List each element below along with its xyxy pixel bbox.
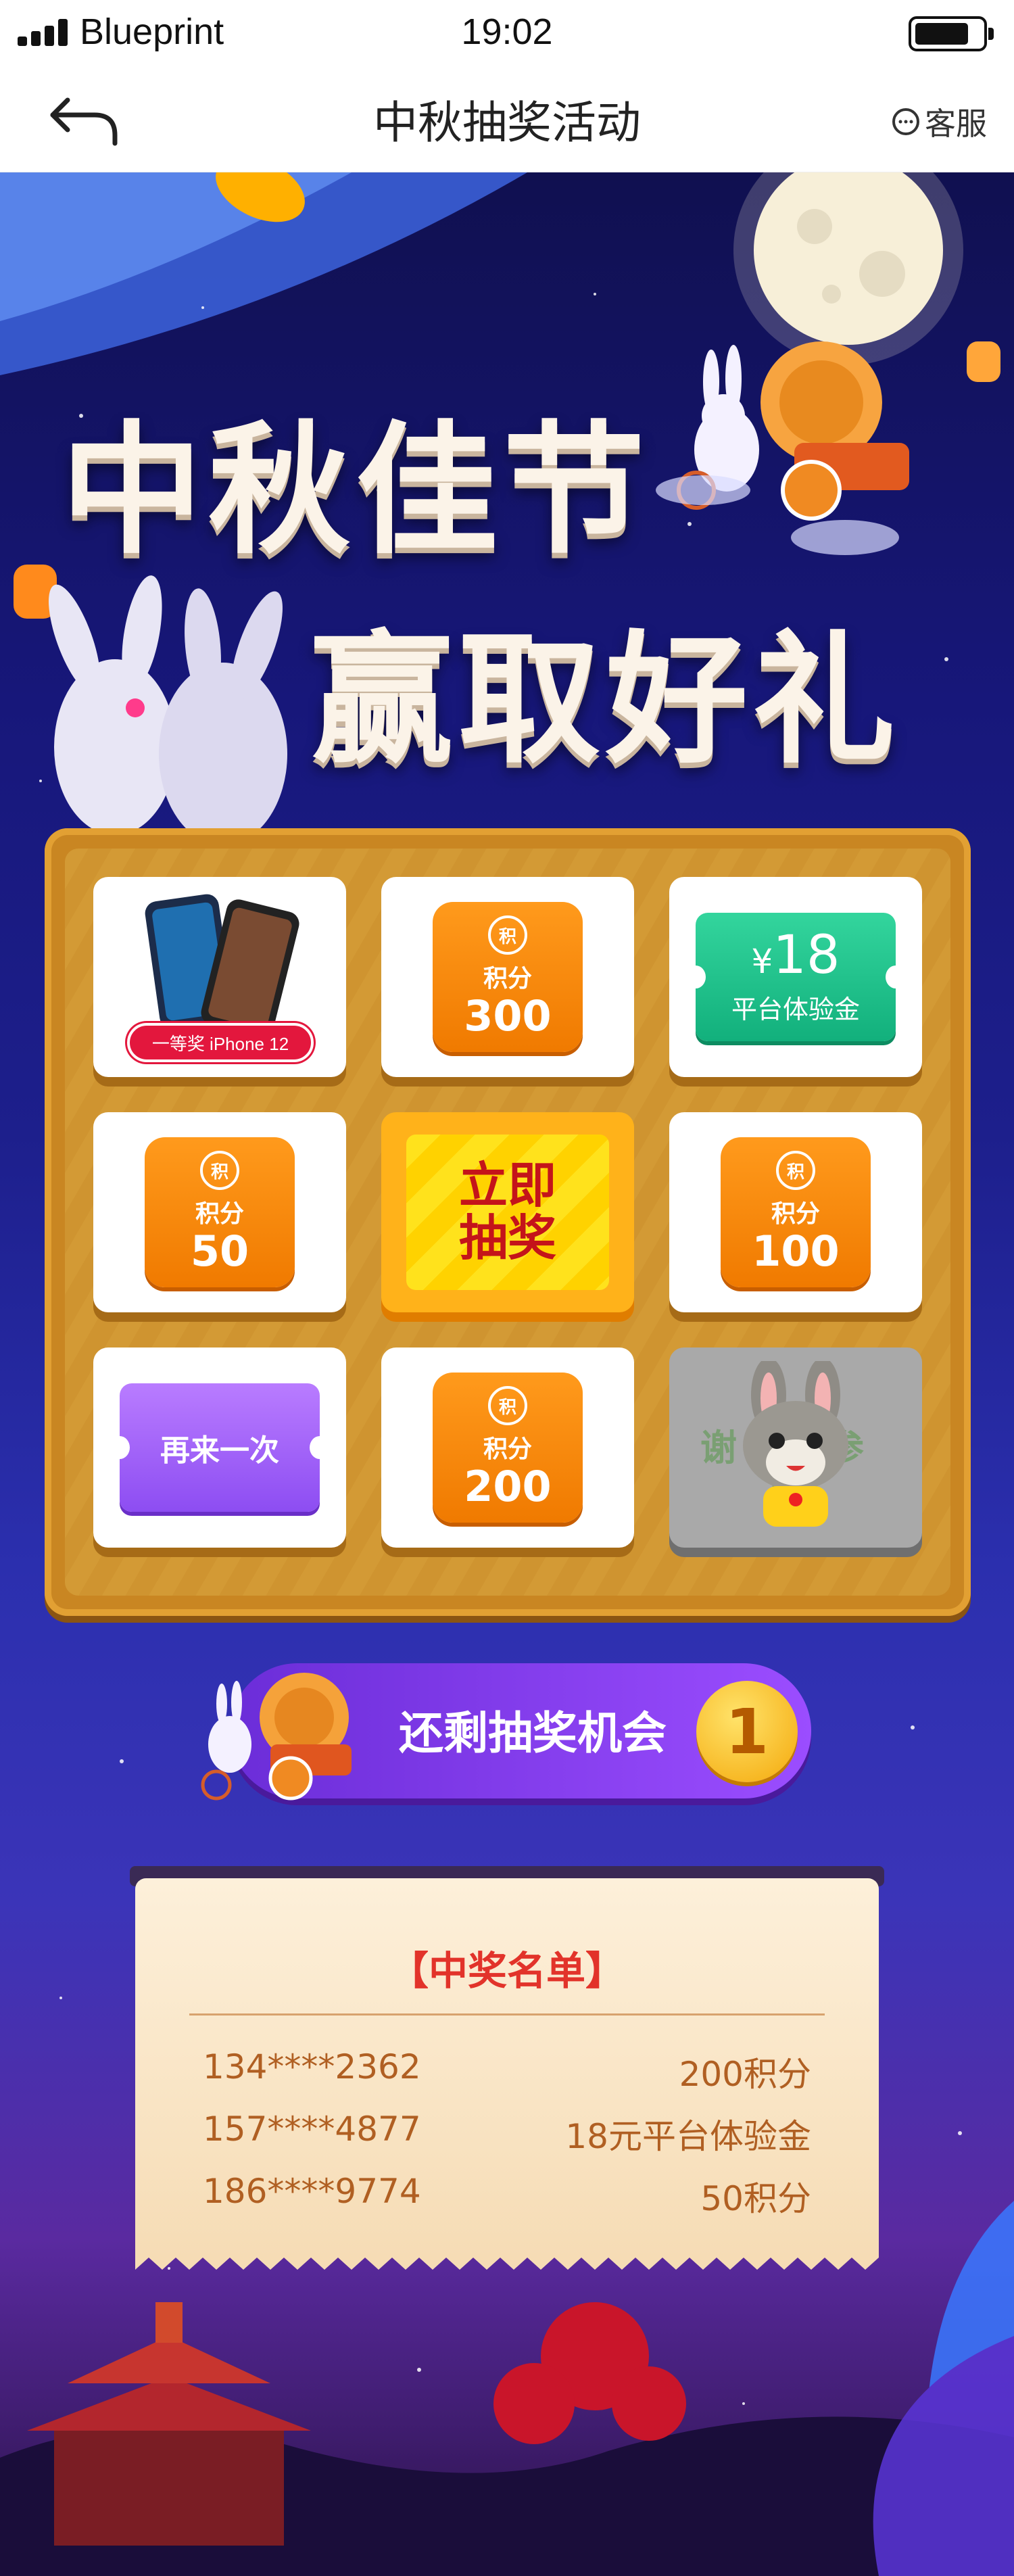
winner-row: 186****9774 50积分 xyxy=(203,2172,811,2226)
winner-prize: 18元平台体验金 xyxy=(565,2117,811,2156)
prize-cell-voucher: ¥18 平台体验金 xyxy=(669,877,922,1077)
hero-title-line1: 中秋佳节 xyxy=(61,408,651,573)
customer-service-button[interactable]: 客服 xyxy=(891,95,987,149)
page-title: 中秋抽奖活动 xyxy=(373,97,641,149)
points-card: 积 积分 100 xyxy=(721,1137,871,1287)
remaining-chances-label: 还剩抽奖机会 xyxy=(399,1707,667,1759)
winner-row: 157****4877 18元平台体验金 xyxy=(203,2109,811,2164)
prize-board: 一等奖 iPhone 12 积 积分 300 ¥18 平台体验金 积 积分 50 xyxy=(45,828,971,1616)
prize-cell-points-200: 积 积分 200 xyxy=(381,1347,634,1548)
winners-divider xyxy=(189,2013,825,2016)
winner-prize: 200积分 xyxy=(679,2055,811,2094)
hero-title-line2: 赢取好礼 xyxy=(311,617,901,783)
nav-bar: 中秋抽奖活动 客服 xyxy=(0,68,1014,172)
points-value: 200 xyxy=(464,1462,552,1512)
status-bar: Blueprint 19:02 xyxy=(0,0,1014,68)
draw-now-label-line1: 立即 xyxy=(458,1157,556,1214)
prize-board-inner: 一等奖 iPhone 12 积 积分 300 ¥18 平台体验金 积 积分 50 xyxy=(65,849,950,1596)
winners-list: 【中奖名单】 134****2362 200积分 157****4877 18元… xyxy=(130,1866,884,2272)
points-coin-icon: 积 xyxy=(488,1386,527,1426)
prize-cell-retry: 再来一次 xyxy=(93,1347,346,1548)
points-label: 积分 xyxy=(195,1200,244,1229)
iphone-icon xyxy=(145,894,299,1026)
winners-title: 【中奖名单】 xyxy=(389,1948,625,1994)
winners-card: 【中奖名单】 134****2362 200积分 157****4877 18元… xyxy=(135,1878,879,2257)
points-card: 积 积分 50 xyxy=(145,1137,295,1287)
draw-now-button[interactable]: 立即 抽奖 xyxy=(381,1112,634,1312)
winners-card-zigzag xyxy=(135,2255,879,2270)
winner-phone: 134****2362 xyxy=(203,2047,421,2086)
customer-service-label: 客服 xyxy=(925,105,987,142)
winner-row: 134****2362 200积分 xyxy=(203,2047,811,2101)
prize-cell-points-300: 积 积分 300 xyxy=(381,877,634,1077)
points-coin-icon: 积 xyxy=(488,915,527,955)
bunnies-illustration xyxy=(49,575,287,845)
rabbit-cart-icon xyxy=(201,1673,352,1800)
first-prize-label: 一等奖 iPhone 12 xyxy=(127,1023,314,1062)
prize-cell-points-100: 积 积分 100 xyxy=(669,1112,922,1312)
prize-cell-thanks: 谢谢参与 xyxy=(669,1347,922,1548)
mooncake-icon xyxy=(760,341,909,521)
points-value: 50 xyxy=(190,1226,249,1277)
points-card: 积 积分 300 xyxy=(433,902,583,1052)
points-value: 100 xyxy=(752,1226,840,1277)
draw-now-label-line2: 抽奖 xyxy=(458,1210,556,1266)
points-coin-icon: 积 xyxy=(200,1151,239,1191)
retry-card: 再来一次 xyxy=(110,1383,330,1512)
points-value: 300 xyxy=(464,991,552,1041)
battery-icon xyxy=(909,16,994,51)
remaining-chances: 还剩抽奖机会 1 xyxy=(201,1663,811,1800)
voucher-description: 平台体验金 xyxy=(731,994,860,1024)
moon-icon xyxy=(733,172,963,365)
points-card: 积 积分 200 xyxy=(433,1373,583,1523)
points-coin-icon: 积 xyxy=(776,1151,815,1191)
chat-bubble-icon xyxy=(892,108,919,135)
draw-now-face[interactable]: 立即 抽奖 xyxy=(406,1135,609,1290)
leaf-illustration xyxy=(873,2201,1014,2576)
prize-cell-points-50: 积 积分 50 xyxy=(93,1112,346,1312)
remaining-chances-count: 1 xyxy=(696,1681,798,1782)
red-tree-illustration xyxy=(493,2302,686,2444)
points-label: 积分 xyxy=(483,965,532,993)
prize-cell-iphone: 一等奖 iPhone 12 xyxy=(93,877,346,1077)
pagoda-illustration xyxy=(27,2302,311,2546)
mascot-rabbit-icon xyxy=(743,1361,848,1527)
status-time: 19:02 xyxy=(461,11,553,52)
winner-prize: 50积分 xyxy=(700,2179,811,2218)
winner-phone: 186****9774 xyxy=(203,2172,421,2211)
voucher-card: ¥18 平台体验金 xyxy=(685,913,906,1041)
voucher-amount: ¥18 xyxy=(751,924,840,986)
winner-phone: 157****4877 xyxy=(203,2109,421,2149)
points-label: 积分 xyxy=(771,1200,820,1229)
points-label: 积分 xyxy=(483,1435,532,1464)
